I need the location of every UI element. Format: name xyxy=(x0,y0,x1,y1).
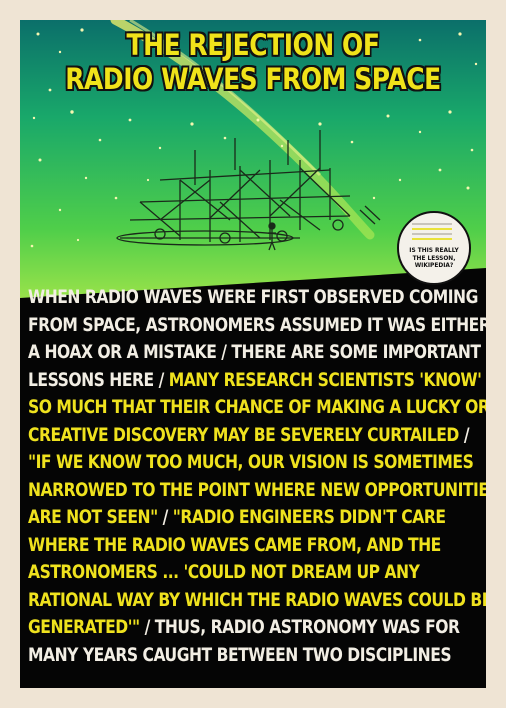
poster: THE REJECTION OF RADIO WAVES FROM SPACE … xyxy=(20,20,486,688)
badge-text-placeholder-icon xyxy=(412,223,452,243)
highlighted-quote-text: NARROWED TO THE POINT WHERE NEW OPPORTUN… xyxy=(28,478,486,501)
body-line: CREATIVE DISCOVERY MAY BE SEVERELY CURTA… xyxy=(28,422,484,450)
highlighted-quote-text: MANY RESEARCH SCIENTISTS 'KNOW' xyxy=(168,368,482,391)
body-line: SO MUCH THAT THEIR CHANCE OF MAKING A LU… xyxy=(28,394,486,422)
body-segment-text: FROM SPACE, ASTRONOMERS ASSUMED IT WAS E… xyxy=(28,313,486,336)
highlighted-quote-text: ASTRONOMERS ... 'COULD NOT DREAM UP ANY xyxy=(28,561,420,583)
highlighted-quote-text: "IF WE KNOW TOO MUCH, OUR VISION IS SOME… xyxy=(28,451,474,473)
body-line: LESSONS HERE / MANY RESEARCH SCIENTISTS … xyxy=(28,367,484,395)
poster-title: THE REJECTION OF RADIO WAVES FROM SPACE xyxy=(53,28,454,96)
body-segment-text: / xyxy=(458,423,470,446)
body-line: ASTRONOMERS ... 'COULD NOT DREAM UP ANY xyxy=(28,559,484,587)
badge-line-3: WIKIPEDIA? xyxy=(414,261,454,269)
title-line-1: THE REJECTION OF xyxy=(126,28,380,62)
body-text: WHEN RADIO WAVES WERE FIRST OBSERVED COM… xyxy=(28,284,486,670)
highlighted-quote-text: ARE NOT SEEN" xyxy=(28,506,158,528)
body-segment-text: LESSONS HERE / xyxy=(28,368,169,391)
body-line: GENERATED'" / THUS, RADIO ASTRONOMY WAS … xyxy=(28,614,484,642)
highlighted-quote-text: RATIONAL WAY BY WHICH THE RADIO WAVES CO… xyxy=(28,588,486,611)
body-line: RATIONAL WAY BY WHICH THE RADIO WAVES CO… xyxy=(28,587,486,615)
body-line: WHEN RADIO WAVES WERE FIRST OBSERVED COM… xyxy=(28,284,484,312)
body-segment-text: MANY YEARS CAUGHT BETWEEN TWO DISCIPLINE… xyxy=(28,643,452,666)
highlighted-quote-text: "RADIO ENGINEERS DIDN'T CARE xyxy=(172,506,446,528)
body-line: A HOAX OR A MISTAKE / THERE ARE SOME IMP… xyxy=(28,339,484,367)
body-segment-text: / THUS, RADIO ASTRONOMY WAS FOR xyxy=(139,616,460,638)
highlighted-quote-text: CREATIVE DISCOVERY MAY BE SEVERELY CURTA… xyxy=(28,423,459,446)
title-line-2: RADIO WAVES FROM SPACE xyxy=(65,62,441,96)
body-line: FROM SPACE, ASTRONOMERS ASSUMED IT WAS E… xyxy=(28,312,486,340)
body-segment-text: WHEN RADIO WAVES WERE FIRST OBSERVED COM… xyxy=(28,286,478,308)
highlighted-quote-text: SO MUCH THAT THEIR CHANCE OF MAKING A LU… xyxy=(28,396,486,418)
wikipedia-badge: IS THIS REALLY THE LESSON, WIKIPEDIA? xyxy=(397,211,471,285)
body-line: NARROWED TO THE POINT WHERE NEW OPPORTUN… xyxy=(28,477,486,505)
highlighted-quote-text: WHERE THE RADIO WAVES CAME FROM, AND THE xyxy=(28,533,441,556)
body-line: "IF WE KNOW TOO MUCH, OUR VISION IS SOME… xyxy=(28,449,484,477)
highlighted-quote-text: GENERATED'" xyxy=(28,616,140,638)
body-line: WHERE THE RADIO WAVES CAME FROM, AND THE xyxy=(28,532,484,560)
body-line: ARE NOT SEEN" / "RADIO ENGINEERS DIDN'T … xyxy=(28,504,484,532)
body-line: MANY YEARS CAUGHT BETWEEN TWO DISCIPLINE… xyxy=(28,642,484,670)
body-segment-text: A HOAX OR A MISTAKE / THERE ARE SOME IMP… xyxy=(28,341,481,363)
body-segment-text: / xyxy=(157,506,173,528)
badge-caption: IS THIS REALLY THE LESSON, WIKIPEDIA? xyxy=(401,246,467,270)
